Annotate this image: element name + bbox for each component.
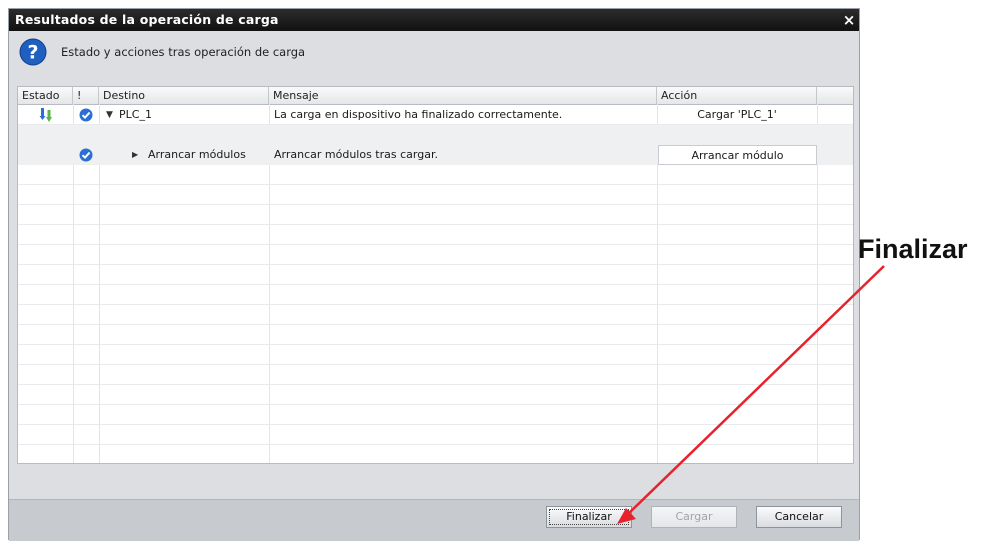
table-row[interactable]: ▶ Arrancar módulos Arrancar módulos tras…: [18, 145, 853, 165]
row-line: [18, 324, 853, 325]
expand-icon[interactable]: ▶: [132, 145, 138, 165]
row-line: [18, 204, 853, 205]
cancel-button[interactable]: Cancelar: [756, 506, 842, 528]
check-circle-icon: [79, 148, 93, 162]
table-row: [18, 125, 853, 145]
load-results-dialog: Resultados de la operación de carga × ? …: [8, 8, 860, 541]
results-table: Estado ! Destino Mensaje Acción ▼ PLC_1 …: [17, 86, 854, 464]
download-icon: [39, 108, 52, 122]
row-line: [18, 424, 853, 425]
row-line: [18, 184, 853, 185]
dialog-header: ? Estado y acciones tras operación de ca…: [17, 37, 617, 67]
finish-button[interactable]: Finalizar: [546, 506, 632, 528]
check-circle-icon: [79, 108, 93, 122]
title-bar: Resultados de la operación de carga ×: [9, 9, 859, 31]
row-line: [18, 264, 853, 265]
row-line: [18, 244, 853, 245]
row-line: [18, 384, 853, 385]
column-header-filler: [817, 87, 853, 104]
row-line: [18, 224, 853, 225]
row-line: [18, 284, 853, 285]
accion-cell[interactable]: Cargar 'PLC_1': [657, 105, 817, 125]
load-button[interactable]: Cargar: [651, 506, 737, 528]
mensaje-cell: La carga en dispositivo ha finalizado co…: [274, 108, 563, 121]
action-dropdown[interactable]: Arrancar módulo: [658, 145, 817, 165]
column-header-estado[interactable]: Estado: [18, 87, 73, 104]
table-header: Estado ! Destino Mensaje Acción: [18, 87, 853, 105]
row-line: [18, 344, 853, 345]
column-header-mensaje[interactable]: Mensaje: [269, 87, 657, 104]
close-icon[interactable]: ×: [839, 9, 859, 31]
header-description: Estado y acciones tras operación de carg…: [61, 45, 306, 59]
table-row[interactable]: ▼ PLC_1 La carga en dispositivo ha final…: [18, 105, 853, 125]
dialog-title: Resultados de la operación de carga: [15, 12, 279, 27]
row-line: [18, 304, 853, 305]
mensaje-cell: Arrancar módulos tras cargar.: [274, 148, 438, 161]
row-line: [18, 404, 853, 405]
destino-cell: PLC_1: [119, 108, 152, 121]
destino-cell: Arrancar módulos: [148, 148, 246, 161]
collapse-icon[interactable]: ▼: [106, 105, 113, 125]
annotation-label: Finalizar: [858, 234, 968, 264]
column-header-accion[interactable]: Acción: [657, 87, 817, 104]
column-header-destino[interactable]: Destino: [99, 87, 269, 104]
question-mark-icon: ?: [19, 38, 47, 66]
row-line: [18, 444, 853, 445]
row-line: [18, 364, 853, 365]
svg-text:?: ?: [27, 42, 38, 64]
column-header-flag[interactable]: !: [73, 87, 99, 104]
